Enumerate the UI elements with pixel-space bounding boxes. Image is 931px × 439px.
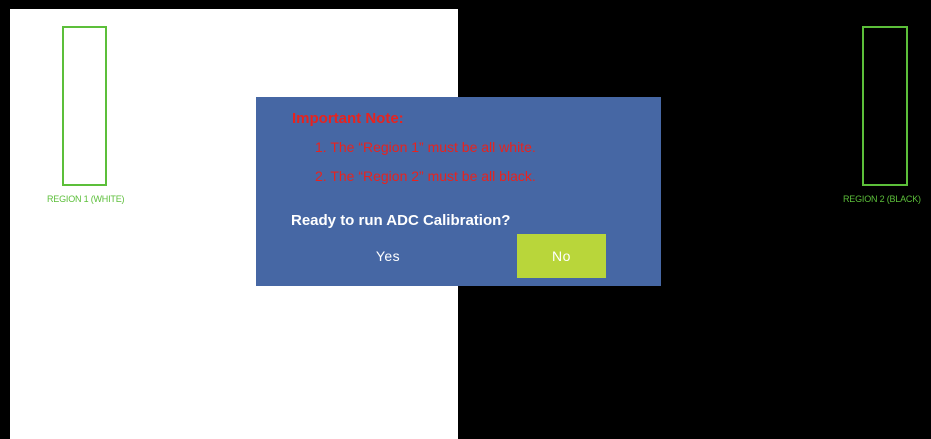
region-2-label: REGION 2 (BLACK) bbox=[843, 194, 921, 204]
note-title: Important Note: bbox=[292, 110, 404, 127]
region-1-label: REGION 1 (WHITE) bbox=[47, 194, 125, 204]
no-button-label: No bbox=[552, 248, 571, 264]
calibration-question: Ready to run ADC Calibration? bbox=[291, 212, 511, 229]
calibration-screen: REGION 1 (WHITE) REGION 2 (BLACK) Import… bbox=[0, 0, 931, 439]
region-1-box bbox=[62, 26, 107, 186]
yes-button-label: Yes bbox=[375, 248, 401, 264]
note-line-region-1: 1. The “Region 1” must be all white. bbox=[315, 139, 536, 155]
note-line-region-2: 2. The “Region 2” must be all black. bbox=[315, 168, 536, 184]
yes-button[interactable]: Yes bbox=[344, 234, 432, 278]
region-2-box bbox=[862, 26, 908, 186]
no-button[interactable]: No bbox=[517, 234, 606, 278]
calibration-dialog: Important Note: 1. The “Region 1” must b… bbox=[256, 97, 661, 286]
